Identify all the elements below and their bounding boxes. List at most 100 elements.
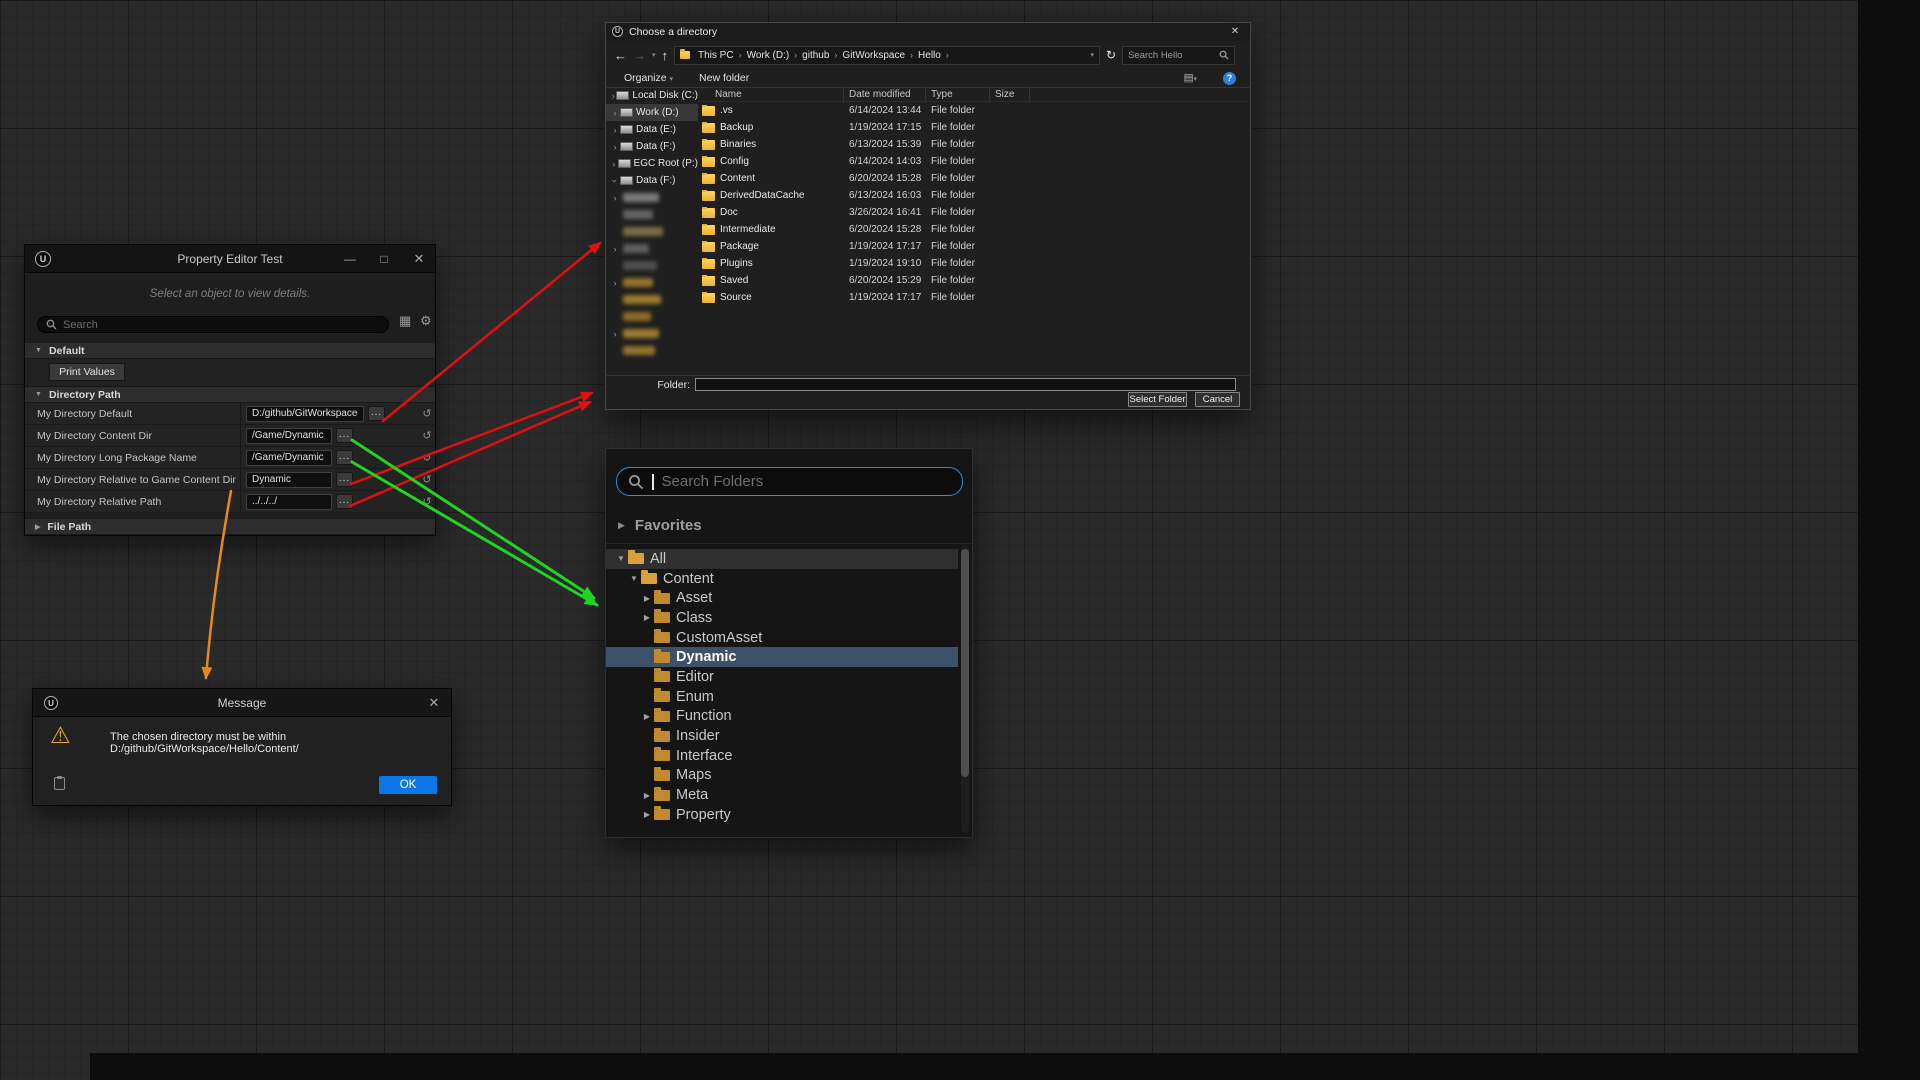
- nav-tree-item[interactable]: ›Data (E:): [606, 121, 698, 138]
- expander-icon[interactable]: ▶: [640, 613, 654, 622]
- nav-tree-item[interactable]: ›Local Disk (C:): [606, 87, 698, 104]
- display-filter-icon[interactable]: ▦: [399, 313, 411, 329]
- folder-tree-item[interactable]: ▶Asset: [606, 588, 958, 608]
- dialog-titlebar[interactable]: U Choose a directory ✕: [606, 23, 1250, 41]
- folder-tree-item[interactable]: ▶Function: [606, 707, 958, 727]
- message-titlebar[interactable]: U Message ✕: [33, 689, 451, 717]
- folder-tree-item[interactable]: Insider: [606, 726, 958, 746]
- nav-tree-item[interactable]: ›Data (F:): [606, 172, 698, 189]
- file-row[interactable]: Plugins1/19/2024 19:10File folder: [698, 255, 1248, 272]
- file-row[interactable]: Binaries6/13/2024 15:39File folder: [698, 136, 1248, 153]
- favorites-section-header[interactable]: ▶ Favorites: [606, 513, 972, 537]
- chevron-icon[interactable]: ›: [610, 176, 620, 186]
- close-button[interactable]: ✕: [421, 689, 447, 717]
- browse-ellipsis-button[interactable]: ...: [336, 450, 353, 465]
- breadcrumb-segment[interactable]: Hello: [914, 50, 945, 61]
- back-button[interactable]: ←: [614, 48, 627, 63]
- new-folder-button[interactable]: New folder: [699, 72, 749, 84]
- browse-ellipsis-button[interactable]: ...: [336, 472, 353, 487]
- folder-tree-item[interactable]: Maps: [606, 766, 958, 786]
- expander-icon[interactable]: ▶: [640, 594, 654, 603]
- folder-tree-item[interactable]: Editor: [606, 667, 958, 687]
- refresh-icon[interactable]: ↻: [1106, 48, 1116, 62]
- expander-icon[interactable]: ▼: [614, 554, 628, 563]
- section-header-default[interactable]: ▼ Default: [25, 343, 435, 359]
- file-row[interactable]: Doc3/26/2024 16:41File folder: [698, 204, 1248, 221]
- property-value-field[interactable]: Dynamic: [246, 472, 332, 488]
- close-button[interactable]: ✕: [1220, 23, 1250, 41]
- scrollbar-thumb[interactable]: [961, 549, 969, 777]
- print-values-button[interactable]: Print Values: [49, 363, 125, 381]
- file-row[interactable]: Backup1/19/2024 17:15File folder: [698, 119, 1248, 136]
- dialog-search-input[interactable]: Search Hello: [1122, 46, 1235, 65]
- select-folder-button[interactable]: Select Folder: [1128, 392, 1187, 407]
- chevron-icon[interactable]: ›: [610, 142, 620, 152]
- close-button[interactable]: ✕: [406, 245, 432, 273]
- chevron-icon[interactable]: ›: [610, 125, 620, 135]
- help-icon[interactable]: ?: [1223, 72, 1236, 85]
- property-editor-titlebar[interactable]: U Property Editor Test — □ ✕: [25, 245, 435, 273]
- cancel-button[interactable]: Cancel: [1195, 392, 1240, 407]
- reset-to-default-icon[interactable]: ↺: [419, 451, 435, 464]
- minimize-button[interactable]: —: [337, 245, 363, 273]
- file-row[interactable]: Source1/19/2024 17:17File folder: [698, 289, 1248, 306]
- browse-ellipsis-button[interactable]: ...: [336, 494, 353, 509]
- property-value-field[interactable]: D:/github/GitWorkspace: [246, 406, 364, 422]
- settings-gear-icon[interactable]: ⚙: [420, 313, 432, 329]
- chevron-icon[interactable]: ›: [610, 108, 620, 118]
- breadcrumb-segment[interactable]: Work (D:): [743, 50, 794, 61]
- file-row[interactable]: DerivedDataCache6/13/2024 16:03File fold…: [698, 187, 1248, 204]
- reset-to-default-icon[interactable]: ↺: [419, 429, 435, 442]
- browse-ellipsis-button[interactable]: ...: [336, 428, 353, 443]
- breadcrumb-segment[interactable]: This PC: [694, 50, 738, 61]
- file-row[interactable]: Config6/14/2024 14:03File folder: [698, 153, 1248, 170]
- reset-to-default-icon[interactable]: ↺: [419, 495, 435, 508]
- copy-to-clipboard-icon[interactable]: [54, 777, 65, 790]
- column-header[interactable]: Name: [698, 87, 844, 102]
- section-header-directory-path[interactable]: ▼ Directory Path: [25, 387, 435, 403]
- column-header[interactable]: Type: [926, 87, 990, 102]
- folder-tree-item[interactable]: ▼Content: [606, 569, 958, 589]
- file-row[interactable]: Content6/20/2024 15:28File folder: [698, 170, 1248, 187]
- folder-tree-item[interactable]: Dynamic: [606, 647, 958, 667]
- expander-icon[interactable]: ▼: [627, 574, 641, 583]
- address-bar[interactable]: This PC›Work (D:)›github›GitWorkspace›He…: [674, 46, 1100, 65]
- expander-icon[interactable]: ▶: [640, 712, 654, 721]
- folder-tree-item[interactable]: ▼All: [606, 549, 958, 569]
- column-header[interactable]: Size: [990, 87, 1030, 102]
- folder-tree-item[interactable]: ▶Class: [606, 608, 958, 628]
- folder-tree-item[interactable]: CustomAsset: [606, 628, 958, 648]
- up-button[interactable]: ↑: [662, 48, 669, 63]
- expander-icon[interactable]: ▶: [640, 810, 654, 819]
- column-header[interactable]: Date modified: [844, 87, 926, 102]
- address-dropdown-icon[interactable]: ▾: [1091, 51, 1095, 59]
- section-header-file-path[interactable]: ▶ File Path: [25, 519, 435, 535]
- property-value-field[interactable]: ../../../: [246, 494, 332, 510]
- reset-to-default-icon[interactable]: ↺: [419, 407, 435, 420]
- file-row[interactable]: Saved6/20/2024 15:29File folder: [698, 272, 1248, 289]
- breadcrumb-segment[interactable]: github: [798, 50, 833, 61]
- nav-tree-item[interactable]: ›Work (D:): [606, 104, 698, 121]
- chevron-icon[interactable]: ›: [610, 159, 618, 169]
- ok-button[interactable]: OK: [379, 776, 437, 794]
- file-row[interactable]: Intermediate6/20/2024 15:28File folder: [698, 221, 1248, 238]
- nav-tree-item[interactable]: ›EGC Root (P:): [606, 155, 698, 172]
- folder-tree-item[interactable]: Interface: [606, 746, 958, 766]
- history-dropdown-icon[interactable]: ▾: [652, 51, 656, 59]
- property-value-field[interactable]: /Game/Dynamic: [246, 428, 332, 444]
- maximize-button[interactable]: □: [371, 245, 397, 273]
- scrollbar[interactable]: [961, 545, 969, 833]
- search-input[interactable]: Search: [37, 316, 389, 333]
- folder-tree-item[interactable]: ▶Meta: [606, 785, 958, 805]
- browse-ellipsis-button[interactable]: ...: [368, 406, 385, 421]
- organize-menu[interactable]: Organize ▾: [624, 72, 673, 84]
- view-mode-button[interactable]: ▤▾: [1184, 72, 1197, 84]
- folder-search-input[interactable]: Search Folders: [616, 467, 963, 496]
- file-row[interactable]: .vs6/14/2024 13:44File folder: [698, 102, 1248, 119]
- breadcrumb-segment[interactable]: GitWorkspace: [838, 50, 909, 61]
- folder-name-input[interactable]: [695, 378, 1236, 391]
- file-row[interactable]: Package1/19/2024 17:17File folder: [698, 238, 1248, 255]
- folder-tree-item[interactable]: Enum: [606, 687, 958, 707]
- folder-tree-item[interactable]: ▶Property: [606, 805, 958, 825]
- expander-icon[interactable]: ▶: [640, 791, 654, 800]
